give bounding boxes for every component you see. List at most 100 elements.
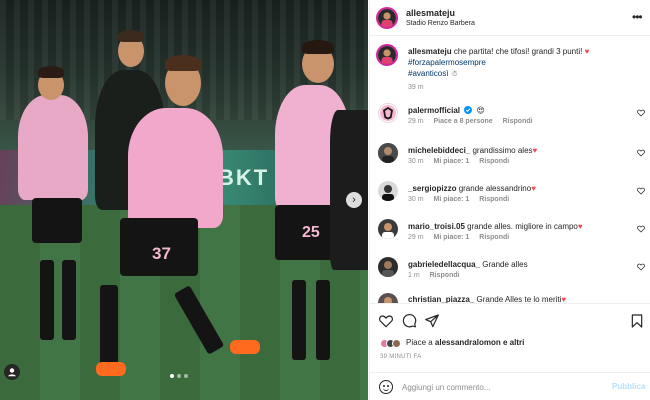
comment-likes[interactable]: Mi piace: 1 (434, 158, 470, 165)
commenter-avatar[interactable] (378, 103, 398, 123)
instagram-post-modal: BKT 37 25 › allesmateju Stadio Renzo Bar… (0, 0, 650, 400)
liked-by-text[interactable]: Piace a alessandralomon e altri (406, 338, 524, 347)
post-actions: Piace a alessandralomon e altri 39 MINUT… (370, 303, 650, 373)
commenter-avatar[interactable] (378, 181, 398, 201)
comment-username[interactable]: michelebiddeci_ (408, 146, 470, 155)
comment-time: 30 m (408, 158, 424, 165)
comment-text: Grande Alles te lo meriti (476, 295, 562, 303)
comment-username[interactable]: palermofficial (408, 106, 460, 115)
comment-item: gabrieledellacqua_ Grande alles 1 m Risp… (370, 255, 650, 287)
comment-composer: Pubblica (370, 372, 650, 400)
comment-item: mario_troisi.05 grande alles. migliore i… (370, 217, 650, 249)
comment-time: 29 m (408, 118, 424, 125)
comment-username[interactable]: _sergiopizzo (408, 184, 456, 193)
hashtag-link[interactable]: #avanticosì (408, 69, 448, 78)
commenter-avatar[interactable] (378, 257, 398, 277)
commenter-avatar[interactable] (378, 143, 398, 163)
comment-likes[interactable]: Mi piace: 1 (434, 196, 470, 203)
comment-time: 29 m (408, 234, 424, 241)
profile-photo (378, 143, 398, 163)
profile-photo (378, 219, 398, 239)
carousel-dot (170, 374, 174, 378)
jersey-number: 25 (302, 224, 320, 241)
verified-badge-icon (464, 106, 473, 114)
commenter-avatar[interactable] (378, 219, 398, 239)
comment-text: grandissimo ales (472, 146, 533, 155)
heart-emoji-icon: ♥ (584, 47, 590, 56)
post-timestamp: 39 MINUTI FA (380, 354, 422, 360)
publish-button[interactable]: Pubblica (612, 382, 645, 391)
jersey-number: 37 (152, 244, 171, 263)
liked-by-prefix: Piace a (406, 338, 433, 347)
carousel-dot (184, 374, 188, 378)
heart-icon[interactable] (378, 313, 394, 329)
emoji-icon: 😍 (476, 106, 485, 115)
comment-item: palermofficial 😍 29 m Piace a 8 persone … (370, 101, 650, 133)
comment-username[interactable]: christian_piazza_ (408, 295, 474, 303)
reply-button[interactable]: Rispondi (430, 272, 460, 279)
profile-photo (378, 181, 398, 201)
user-icon (8, 368, 16, 377)
heart-icon[interactable] (637, 109, 645, 117)
emoji-icon: ☃ (450, 69, 458, 78)
liked-by-username[interactable]: alessandralomon (435, 338, 501, 347)
heart-emoji-icon: ♥ (532, 146, 538, 155)
tagged-users-button[interactable] (4, 364, 20, 380)
post-location[interactable]: Stadio Renzo Barbera (406, 20, 475, 27)
comment-username[interactable]: gabrieledellacqua_ (408, 260, 480, 269)
author-avatar[interactable] (376, 7, 398, 29)
profile-photo (378, 293, 398, 303)
comment-text: Grande alles (482, 260, 528, 269)
comment-username[interactable]: mario_troisi.05 (408, 222, 465, 231)
comment-time: 30 m (408, 196, 424, 203)
hashtag-link[interactable]: #forzapalermosempre (408, 57, 486, 68)
more-horizontal-icon[interactable]: ••• (632, 10, 643, 24)
caption: allesmateju che partita! che tifosi! gra… (370, 37, 650, 95)
profile-photo (378, 257, 398, 277)
heart-emoji-icon: ♥ (577, 222, 583, 231)
post-header: allesmateju Stadio Renzo Barbera ••• (370, 0, 650, 36)
comment-likes[interactable]: Piace a 8 persone (434, 118, 493, 125)
comment-text: grande alessandrino (458, 184, 532, 193)
reply-button[interactable]: Rispondi (479, 196, 509, 203)
emoji-icon[interactable] (379, 380, 393, 394)
heart-emoji-icon: ♥ (561, 295, 567, 303)
comment-likes[interactable]: Mi piace: 1 (434, 234, 470, 241)
comment-text: grande alles. migliore in campo (467, 222, 578, 231)
advertising-board-text: BKT (218, 165, 270, 190)
liker-avatar (392, 339, 401, 348)
profile-photo (378, 46, 396, 64)
comment-input[interactable] (402, 380, 602, 394)
carousel-dot (177, 374, 181, 378)
bookmark-icon[interactable] (629, 313, 645, 329)
comment-item: michelebiddeci_ grandissimo ales♥ 30 m M… (370, 141, 650, 173)
carousel-dots (170, 374, 188, 378)
liked-by-suffix[interactable]: e altri (503, 338, 524, 347)
comments-list: allesmateju che partita! che tifosi! gra… (370, 37, 650, 303)
heart-icon[interactable] (637, 187, 645, 195)
author-avatar[interactable] (376, 44, 398, 66)
heart-icon[interactable] (637, 149, 645, 157)
post-image[interactable]: BKT 37 25 › (0, 0, 368, 400)
comment-time: 1 m (408, 272, 420, 279)
reply-button[interactable]: Rispondi (479, 158, 509, 165)
caption-username[interactable]: allesmateju (408, 47, 452, 56)
caption-text: che partita! che tifosi! grandi 3 punti! (453, 47, 583, 56)
reply-button[interactable]: Rispondi (503, 118, 533, 125)
comment-item: _sergiopizzo grande alessandrino♥ 30 m M… (370, 179, 650, 211)
player-figure (18, 95, 88, 200)
profile-photo (378, 9, 396, 27)
player-figure (128, 108, 223, 228)
commenter-avatar[interactable] (378, 293, 398, 303)
reply-button[interactable]: Rispondi (479, 234, 509, 241)
heart-emoji-icon: ♥ (531, 184, 536, 193)
comment-icon[interactable] (401, 313, 417, 329)
share-icon[interactable] (424, 313, 440, 329)
post-sidebar: allesmateju Stadio Renzo Barbera ••• all… (369, 0, 650, 400)
heart-icon[interactable] (637, 225, 645, 233)
heart-icon[interactable] (637, 263, 645, 271)
player-figure (330, 110, 368, 270)
palermo-logo-icon (380, 105, 396, 121)
carousel-next-button[interactable]: › (346, 192, 362, 208)
author-username[interactable]: allesmateju (406, 8, 455, 18)
